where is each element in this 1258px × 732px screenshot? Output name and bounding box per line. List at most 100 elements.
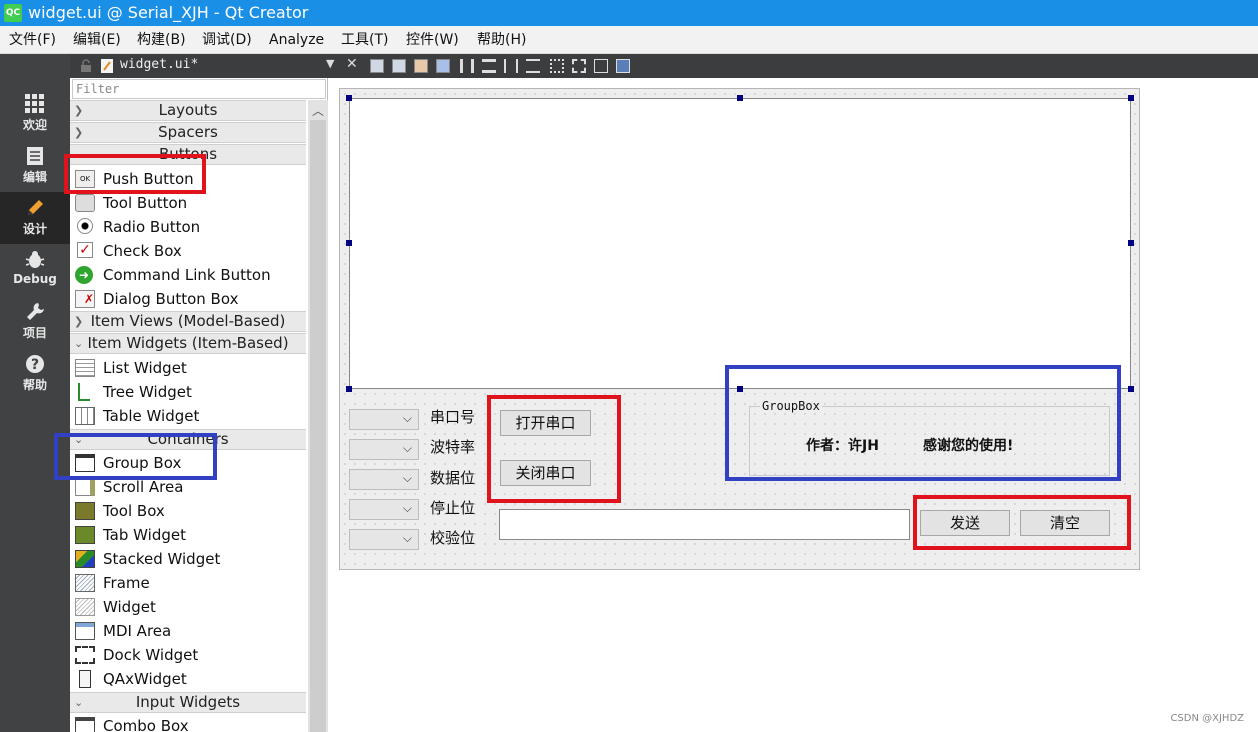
widget-tool-box[interactable]: Tool Box (70, 499, 306, 523)
watermark: CSDN @XJHDZ (1170, 713, 1244, 724)
layout-horizontal-icon[interactable] (460, 59, 474, 73)
list-widget-icon (75, 359, 95, 377)
widget-frame[interactable]: Frame (70, 571, 306, 595)
menu-tools[interactable]: 工具(T) (341, 26, 388, 54)
widget-label: Check Box (103, 242, 182, 260)
mode-edit[interactable]: 编辑 (0, 140, 70, 192)
widget-combo-box[interactable]: Combo Box (70, 714, 306, 732)
break-layout-icon[interactable] (594, 59, 608, 73)
document-toolbar: widget.ui* ▼ ✕ (70, 54, 1258, 78)
selection-handle[interactable] (346, 386, 352, 392)
widget-label: Stacked Widget (103, 550, 221, 568)
window-title: widget.ui @ Serial_XJH - Qt Creator (28, 3, 309, 22)
lock-icon (80, 58, 92, 77)
mode-welcome[interactable]: 欢迎 (0, 88, 70, 140)
command-link-arrow-icon: ➜ (75, 266, 93, 284)
widget-command-link-button[interactable]: ➜ Command Link Button (70, 263, 306, 287)
stopbits-label: 停止位 (430, 499, 476, 517)
baud-label: 波特率 (430, 438, 476, 456)
widget-dialog-button-box[interactable]: ✗ Dialog Button Box (70, 287, 306, 311)
mode-design[interactable]: 设计 (0, 192, 70, 244)
chevron-down-icon: ⌵ (402, 501, 412, 515)
baud-combo[interactable]: ⌵ (349, 439, 419, 460)
menu-debug[interactable]: 调试(D) (202, 26, 252, 54)
widget-tab-widget[interactable]: Tab Widget (70, 523, 306, 547)
menu-edit[interactable]: 编辑(E) (73, 26, 121, 54)
tab-widget-icon (75, 526, 95, 544)
receive-text-area[interactable] (349, 98, 1131, 389)
widget-label: Dock Widget (103, 646, 199, 664)
highlight-push-button (64, 154, 206, 194)
widget-tree-widget[interactable]: Tree Widget (70, 380, 306, 404)
close-document-icon[interactable]: ✕ (346, 56, 358, 72)
widget-table-widget[interactable]: Table Widget (70, 404, 306, 428)
widget-label: Frame (103, 574, 150, 592)
highlight-group-box-item (54, 433, 217, 480)
selection-handle[interactable] (1128, 95, 1134, 101)
menu-analyze[interactable]: Analyze (269, 26, 324, 54)
edit-buddies-icon[interactable] (414, 59, 428, 73)
widget-dock-widget[interactable]: Dock Widget (70, 643, 306, 667)
filter-input[interactable]: Filter (72, 79, 326, 99)
mode-debug[interactable]: Debug (0, 244, 70, 296)
table-widget-icon (75, 407, 95, 425)
menu-help[interactable]: 帮助(H) (477, 26, 526, 54)
adjust-size-icon[interactable] (616, 59, 630, 73)
layout-splitter-vertical-icon[interactable] (526, 59, 540, 73)
widget-mdi-area[interactable]: MDI Area (70, 619, 306, 643)
selection-handle[interactable] (737, 95, 743, 101)
edit-tab-order-icon[interactable] (436, 59, 450, 73)
mode-help[interactable]: ? 帮助 (0, 348, 70, 400)
widget-label: Tab Widget (103, 526, 186, 544)
layout-form-icon[interactable] (550, 59, 564, 73)
layout-splitter-horizontal-icon[interactable] (504, 59, 518, 73)
qt-creator-logo-icon: QC (4, 4, 22, 22)
category-label: Spacers (158, 123, 218, 141)
parity-combo[interactable]: ⌵ (349, 529, 419, 550)
scrollbar-thumb[interactable] (310, 120, 326, 732)
layout-grid-icon[interactable] (572, 59, 586, 73)
mdi-area-icon (75, 622, 95, 640)
category-item-widgets[interactable]: ⌄ Item Widgets (Item-Based) (70, 333, 306, 354)
edit-signals-slots-icon[interactable] (392, 59, 406, 73)
layout-vertical-icon[interactable] (482, 59, 496, 73)
mode-debug-label: Debug (13, 272, 57, 286)
category-input-widgets[interactable]: ⌄ Input Widgets (70, 692, 306, 713)
menu-controls[interactable]: 控件(W) (406, 26, 459, 54)
port-combo[interactable]: ⌵ (349, 409, 419, 430)
mode-projects[interactable]: 项目 (0, 296, 70, 348)
category-label: Item Views (Model-Based) (90, 312, 286, 330)
mode-design-label: 设计 (22, 222, 47, 236)
port-label: 串口号 (430, 408, 476, 426)
document-list-dropdown-icon[interactable]: ▼ (326, 57, 334, 70)
widget-qaxwidget[interactable]: QAxWidget (70, 667, 306, 691)
widget-widget[interactable]: Widget (70, 595, 306, 619)
widget-tool-button[interactable]: Tool Button (70, 191, 306, 215)
menu-build[interactable]: 构建(B) (137, 26, 186, 54)
selection-handle[interactable] (346, 240, 352, 246)
widget-box-scrollbar[interactable]: ︿ (308, 100, 328, 732)
widget-list-widget[interactable]: List Widget (70, 356, 306, 380)
widget-stacked-widget[interactable]: Stacked Widget (70, 547, 306, 571)
category-item-views[interactable]: ❯ Item Views (Model-Based) (70, 311, 306, 332)
stopbits-combo[interactable]: ⌵ (349, 499, 419, 520)
highlight-port-buttons (487, 395, 621, 503)
category-layouts[interactable]: ❯ Layouts (70, 100, 306, 121)
widget-label: Tree Widget (103, 383, 192, 401)
selection-handle[interactable] (346, 95, 352, 101)
category-spacers[interactable]: ❯ Spacers (70, 122, 306, 143)
edit-widgets-icon[interactable] (370, 59, 384, 73)
widget-radio-button[interactable]: Radio Button (70, 215, 306, 239)
widget-check-box[interactable]: ✓ Check Box (70, 239, 306, 263)
scroll-up-arrow-icon[interactable]: ︿ (312, 102, 324, 119)
chevron-right-icon: ❯ (74, 315, 84, 328)
svg-text:?: ? (31, 357, 39, 373)
wrench-icon (0, 296, 70, 324)
check-box-icon: ✓ (77, 242, 93, 258)
selection-handle[interactable] (1128, 386, 1134, 392)
selection-handle[interactable] (1128, 240, 1134, 246)
document-filename[interactable]: widget.ui* (120, 57, 198, 72)
menu-file[interactable]: 文件(F) (9, 26, 56, 54)
databits-combo[interactable]: ⌵ (349, 469, 419, 490)
send-input[interactable] (499, 509, 910, 540)
